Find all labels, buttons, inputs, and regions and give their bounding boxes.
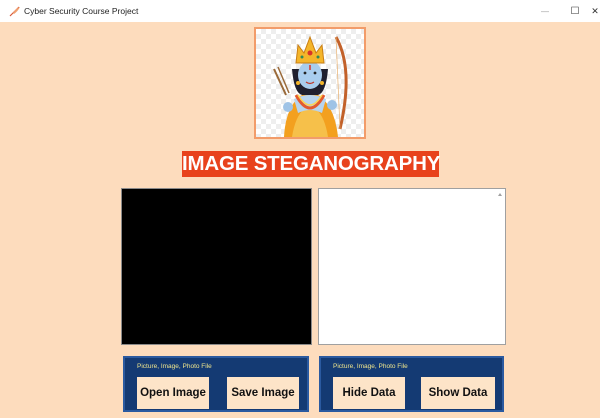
- minimize-icon: —: [541, 6, 549, 16]
- title-bar[interactable]: Cyber Security Course Project — ☐ ✕: [0, 0, 600, 22]
- data-controls-caption: Picture, Image, Photo File: [333, 363, 408, 370]
- image-controls-caption: Picture, Image, Photo File: [137, 363, 212, 370]
- image-preview-panel: [121, 188, 312, 345]
- app-title-banner: IMAGE STEGANOGRAPHY: [182, 151, 441, 177]
- maximize-icon: ☐: [570, 5, 580, 17]
- image-controls-box: Picture, Image, Photo File Open Image Sa…: [123, 356, 309, 412]
- scroll-up-arrow-icon[interactable]: [498, 193, 502, 196]
- feather-icon: [9, 6, 20, 17]
- app-window: Cyber Security Course Project — ☐ ✕ IMAG…: [0, 0, 600, 418]
- window-title: Cyber Security Course Project: [24, 6, 139, 16]
- maximize-button[interactable]: ☐: [560, 0, 590, 22]
- close-button[interactable]: ✕: [588, 0, 600, 22]
- show-data-button[interactable]: Show Data: [421, 377, 495, 409]
- data-controls-box: Picture, Image, Photo File Hide Data Sho…: [319, 356, 504, 412]
- logo-image: [254, 27, 366, 139]
- close-icon: ✕: [591, 5, 599, 16]
- open-image-button[interactable]: Open Image: [137, 377, 209, 409]
- message-text-area[interactable]: [318, 188, 506, 345]
- save-image-button[interactable]: Save Image: [227, 377, 299, 409]
- deity-logo-image: [273, 35, 348, 137]
- text-area-scrollbar[interactable]: [496, 189, 505, 344]
- hide-data-button[interactable]: Hide Data: [333, 377, 405, 409]
- minimize-button[interactable]: —: [530, 0, 560, 22]
